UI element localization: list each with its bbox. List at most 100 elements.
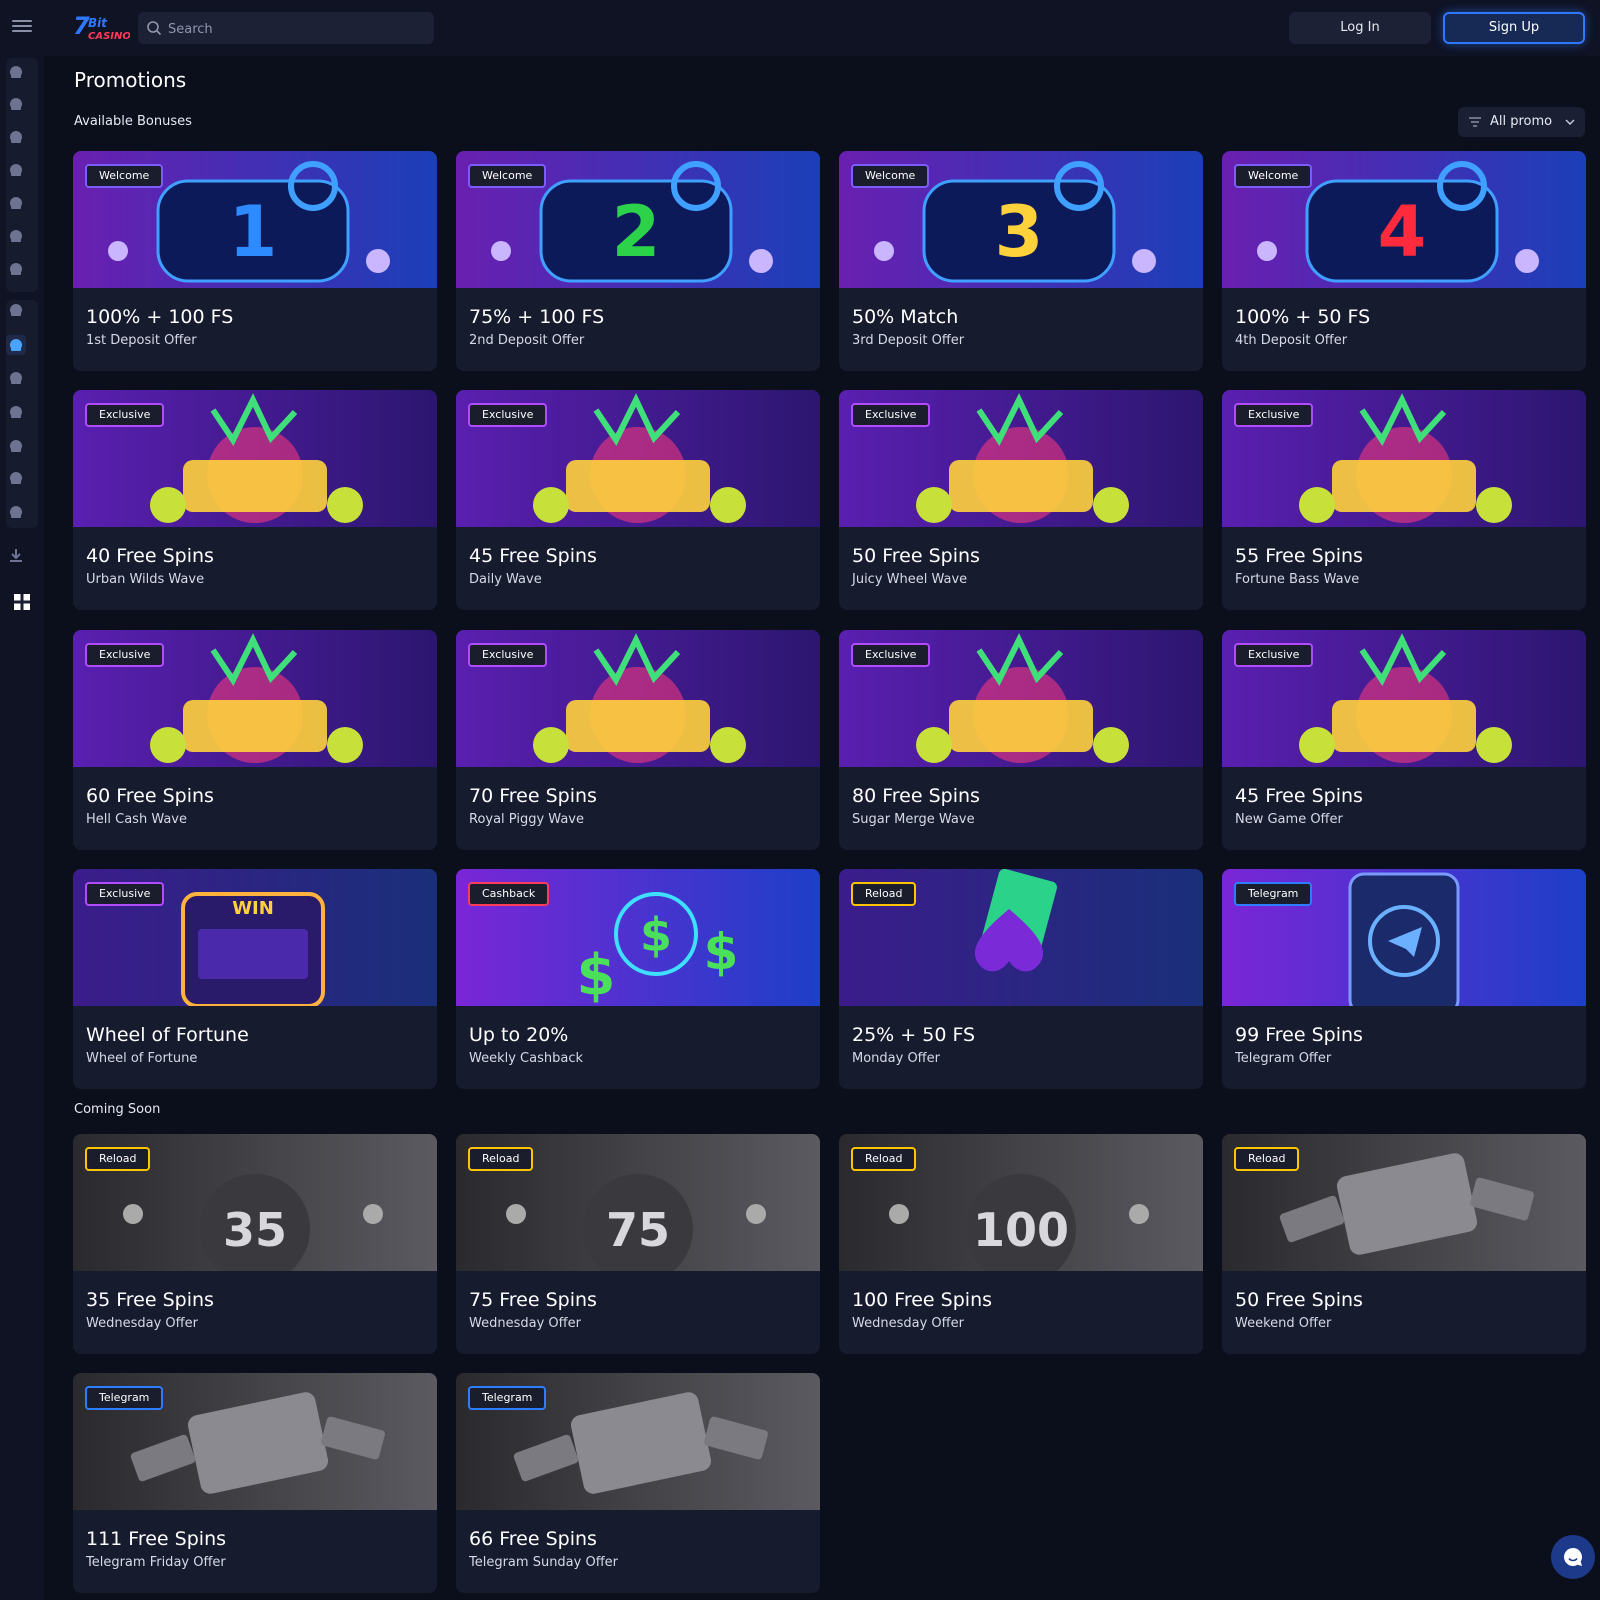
sidebar-live-icon[interactable] — [6, 160, 26, 180]
sidebar-gift-icon[interactable] — [6, 335, 26, 355]
menu-icon[interactable] — [12, 17, 32, 37]
promo-card[interactable]: 100 Reload 100 Free Spins Wednesday Offer — [839, 1134, 1203, 1354]
sidebar-rocket-icon[interactable] — [6, 259, 26, 279]
login-button[interactable]: Log In — [1289, 12, 1431, 44]
sidebar-language-icon[interactable] — [12, 592, 32, 612]
promo-card[interactable]: Telegram 66 Free Spins Telegram Sunday Off… — [456, 1373, 820, 1593]
sidebar-vip-icon[interactable] — [6, 402, 26, 422]
promo-badge: Exclusive — [1234, 403, 1314, 427]
promo-subtitle: New Game Offer — [1235, 812, 1343, 827]
sidebar-slots-icon[interactable] — [6, 94, 26, 114]
sidebar-table-games-icon[interactable] — [6, 226, 26, 246]
filter-label: All promo — [1490, 114, 1553, 129]
promo-card[interactable]: Telegram 99 Free Spins Telegram Offer — [1222, 869, 1586, 1089]
promo-card[interactable]: Exclusive 45 Free Spins Daily Wave — [456, 390, 820, 610]
promo-subtitle: Daily Wave — [469, 572, 542, 587]
promo-card[interactable]: WIN Exclusive Wheel of Fortune Wheel of For… — [73, 869, 437, 1089]
promo-badge: Exclusive — [851, 403, 931, 427]
promo-title: 55 Free Spins — [1235, 545, 1363, 567]
promo-card[interactable]: Exclusive 45 Free Spins New Game Offer — [1222, 630, 1586, 850]
promo-badge: Exclusive — [851, 643, 931, 667]
promo-card[interactable]: Exclusive 50 Free Spins Juicy Wheel Wave — [839, 390, 1203, 610]
promo-badge: Reload — [468, 1147, 534, 1171]
promo-badge: Exclusive — [85, 403, 165, 427]
promo-subtitle: Royal Piggy Wave — [469, 812, 584, 827]
sidebar — [0, 56, 44, 1600]
chat-support-button[interactable] — [1551, 1535, 1595, 1579]
promo-card[interactable]: Reload 50 Free Spins Weekend Offer — [1222, 1134, 1586, 1354]
promo-card[interactable]: Exclusive 60 Free Spins Hell Cash Wave — [73, 630, 437, 850]
promo-subtitle: Wednesday Offer — [86, 1316, 198, 1331]
promo-title: 25% + 50 FS — [852, 1024, 976, 1046]
promo-title: 100% + 50 FS — [1235, 306, 1371, 328]
promo-title: Up to 20% — [469, 1024, 569, 1046]
promo-badge: Telegram — [85, 1386, 164, 1410]
coming-soon-heading: Coming Soon — [74, 1102, 161, 1117]
available-bonuses-heading: Available Bonuses — [74, 114, 192, 129]
svg-text:Bit: Bit — [88, 16, 108, 30]
sidebar-video-icon[interactable] — [6, 300, 26, 320]
promo-badge: Welcome — [85, 164, 164, 188]
search-icon — [147, 21, 162, 36]
svg-text:$: $ — [577, 943, 616, 1006]
logo[interactable]: 7 Bit CASINO — [72, 12, 131, 44]
promo-subtitle: 3rd Deposit Offer — [852, 333, 965, 348]
sidebar-lightning-icon[interactable] — [6, 127, 26, 147]
promo-title: 111 Free Spins — [86, 1528, 227, 1550]
promo-badge: Cashback — [468, 882, 550, 906]
search-input[interactable] — [166, 12, 430, 46]
sidebar-card-icon[interactable] — [6, 468, 26, 488]
promo-title: 35 Free Spins — [86, 1289, 214, 1311]
promo-title: 45 Free Spins — [469, 545, 597, 567]
promo-title: 75 Free Spins — [469, 1289, 597, 1311]
promo-filter-dropdown[interactable]: All promo — [1458, 107, 1585, 137]
chevron-down-icon — [1565, 119, 1575, 125]
promo-title: 80 Free Spins — [852, 785, 980, 807]
promo-card[interactable]: Exclusive 40 Free Spins Urban Wilds Wave — [73, 390, 437, 610]
promo-badge: Telegram — [468, 1386, 547, 1410]
promo-card[interactable]: 1 Welcome 100% + 100 FS 1st Deposit Offer — [73, 151, 437, 371]
promo-badge: Welcome — [468, 164, 547, 188]
promo-subtitle: Telegram Sunday Offer — [469, 1555, 619, 1570]
svg-text:4: 4 — [1378, 191, 1427, 273]
promo-card[interactable]: $ $ $ Cashback Up to 20% Weekly Cashback — [456, 869, 820, 1089]
promo-badge: Exclusive — [468, 403, 548, 427]
promo-subtitle: Weekly Cashback — [469, 1051, 584, 1066]
promo-title: 99 Free Spins — [1235, 1024, 1363, 1046]
promo-card[interactable]: Telegram 111 Free Spins Telegram Friday Of… — [73, 1373, 437, 1593]
promo-subtitle: 1st Deposit Offer — [86, 333, 197, 348]
promo-subtitle: Wednesday Offer — [469, 1316, 581, 1331]
promo-badge: Exclusive — [468, 643, 548, 667]
promo-subtitle: Telegram Offer — [1235, 1051, 1332, 1066]
svg-text:35: 35 — [223, 1203, 287, 1257]
promo-card[interactable]: 75 Reload 75 Free Spins Wednesday Offer — [456, 1134, 820, 1354]
sidebar-fire-icon[interactable] — [6, 62, 26, 82]
promo-title: 100 Free Spins — [852, 1289, 993, 1311]
sidebar-crown-icon[interactable] — [6, 436, 26, 456]
promo-title: 50 Free Spins — [852, 545, 980, 567]
svg-text:3: 3 — [995, 191, 1044, 273]
promo-badge: Reload — [85, 1147, 151, 1171]
sidebar-shop-icon[interactable] — [6, 502, 26, 522]
promo-card[interactable]: 4 Welcome 100% + 50 FS 4th Deposit Offer — [1222, 151, 1586, 371]
signup-button[interactable]: Sign Up — [1443, 12, 1585, 44]
promo-card[interactable]: Exclusive 70 Free Spins Royal Piggy Wave — [456, 630, 820, 850]
sidebar-download-icon[interactable] — [6, 546, 26, 566]
promo-subtitle: Fortune Bass Wave — [1235, 572, 1360, 587]
promo-badge: Exclusive — [85, 643, 165, 667]
promo-title: 100% + 100 FS — [86, 306, 234, 328]
svg-text:100: 100 — [973, 1203, 1069, 1257]
promo-card[interactable]: 2 Welcome 75% + 100 FS 2nd Deposit Offer — [456, 151, 820, 371]
promo-card[interactable]: Exclusive 55 Free Spins Fortune Bass Wave — [1222, 390, 1586, 610]
sidebar-bonus-buy-icon[interactable] — [6, 193, 26, 213]
promo-card[interactable]: Reload 25% + 50 FS Monday Offer — [839, 869, 1203, 1089]
promo-card[interactable]: 35 Reload 35 Free Spins Wednesday Offer — [73, 1134, 437, 1354]
promo-title: 66 Free Spins — [469, 1528, 597, 1550]
sidebar-trophy-icon[interactable] — [6, 368, 26, 388]
promo-badge: Welcome — [851, 164, 930, 188]
chat-icon — [1564, 1548, 1582, 1566]
promo-card[interactable]: Exclusive 80 Free Spins Sugar Merge Wave — [839, 630, 1203, 850]
promo-title: 50 Free Spins — [1235, 1289, 1363, 1311]
search-box[interactable] — [138, 12, 434, 46]
promo-card[interactable]: 3 Welcome 50% Match 3rd Deposit Offer — [839, 151, 1203, 371]
